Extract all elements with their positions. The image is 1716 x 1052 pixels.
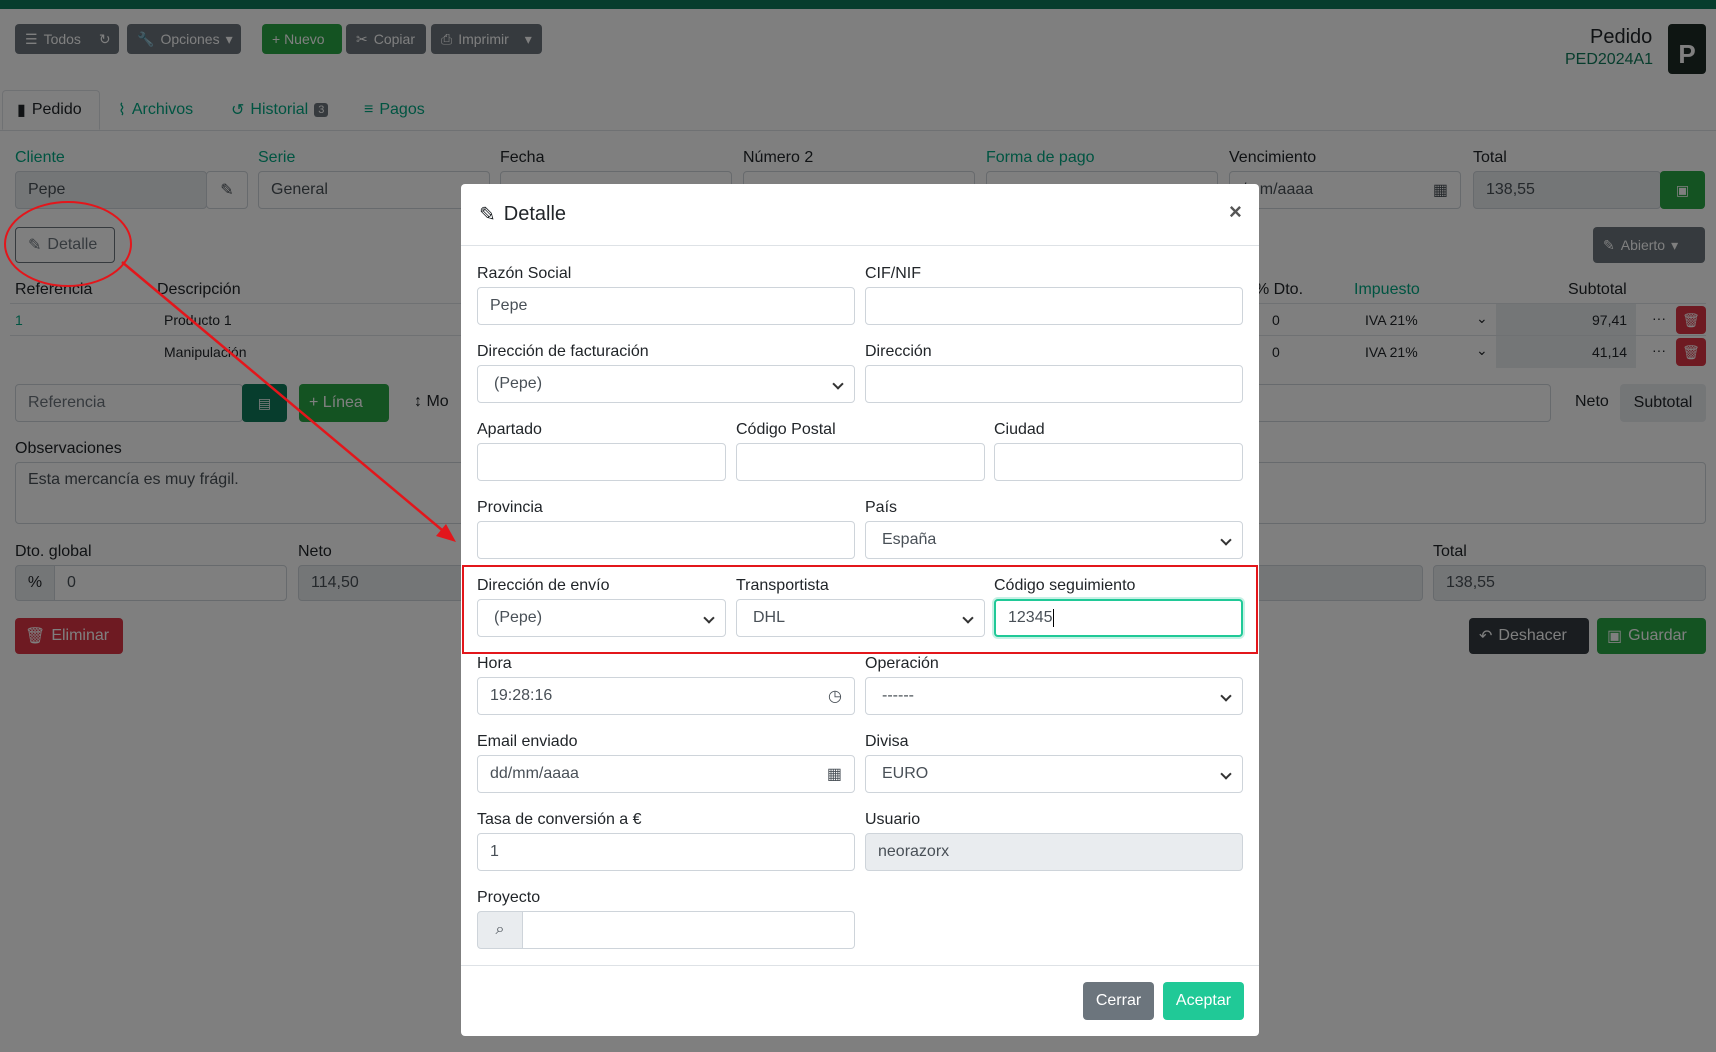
proyecto-label: Proyecto bbox=[477, 889, 541, 906]
pais-label: País bbox=[865, 499, 898, 516]
edit-icon: ✎ bbox=[479, 204, 496, 226]
usuario-label: Usuario bbox=[865, 811, 921, 828]
cp-input[interactable] bbox=[736, 443, 985, 481]
dir-fact-label: Dirección de facturación bbox=[477, 343, 649, 360]
modal-header: ✎ Detalle × bbox=[461, 184, 1259, 246]
aceptar-label: Aceptar bbox=[1175, 992, 1232, 1009]
divisa-label: Divisa bbox=[865, 733, 909, 750]
email-date-value: dd/mm/aaaa bbox=[490, 765, 579, 782]
hora-value: 19:28:16 bbox=[490, 687, 553, 704]
modal-title-text: Detalle bbox=[503, 203, 567, 225]
cif-label: CIF/NIF bbox=[865, 265, 921, 282]
pais-select[interactable]: España bbox=[865, 521, 1243, 559]
close-icon[interactable]: × bbox=[1229, 199, 1242, 225]
cerrar-label: Cerrar bbox=[1095, 992, 1142, 1009]
operacion-label: Operación bbox=[865, 655, 939, 672]
cif-input[interactable] bbox=[865, 287, 1243, 325]
direccion-input[interactable] bbox=[865, 365, 1243, 403]
tasa-label: Tasa de conversión a € bbox=[477, 811, 642, 828]
modal-footer: Cerrar Aceptar bbox=[461, 965, 1259, 1036]
cp-label: Código Postal bbox=[736, 421, 836, 438]
tasa-input[interactable]: 1 bbox=[477, 833, 855, 871]
hora-input[interactable]: 19:28:16 ◷ bbox=[477, 677, 855, 715]
highlight-rectangle bbox=[462, 565, 1258, 654]
cerrar-button[interactable]: Cerrar bbox=[1083, 982, 1154, 1020]
apartado-input[interactable] bbox=[477, 443, 726, 481]
proyecto-input[interactable] bbox=[522, 911, 855, 949]
razon-social-label: Razón Social bbox=[477, 265, 572, 282]
usuario-input: neorazorx bbox=[865, 833, 1243, 871]
provincia-label: Provincia bbox=[477, 499, 543, 516]
modal-title: ✎ Detalle bbox=[479, 202, 566, 227]
ciudad-input[interactable] bbox=[994, 443, 1243, 481]
provincia-input[interactable] bbox=[477, 521, 855, 559]
razon-social-input[interactable]: Pepe bbox=[477, 287, 855, 325]
email-date-input[interactable]: dd/mm/aaaa ▦ bbox=[477, 755, 855, 793]
hora-label: Hora bbox=[477, 655, 512, 672]
search-icon[interactable]: ⌕ bbox=[477, 911, 523, 949]
ciudad-label: Ciudad bbox=[994, 421, 1045, 438]
calendar-icon[interactable]: ▦ bbox=[827, 764, 842, 784]
dir-fact-select[interactable]: (Pepe) bbox=[477, 365, 855, 403]
divisa-select[interactable]: EURO bbox=[865, 755, 1243, 793]
clock-icon[interactable]: ◷ bbox=[828, 686, 842, 706]
direccion-label: Dirección bbox=[865, 343, 932, 360]
operacion-select[interactable]: ------ bbox=[865, 677, 1243, 715]
apartado-label: Apartado bbox=[477, 421, 542, 438]
email-label: Email enviado bbox=[477, 733, 578, 750]
aceptar-button[interactable]: Aceptar bbox=[1163, 982, 1244, 1020]
